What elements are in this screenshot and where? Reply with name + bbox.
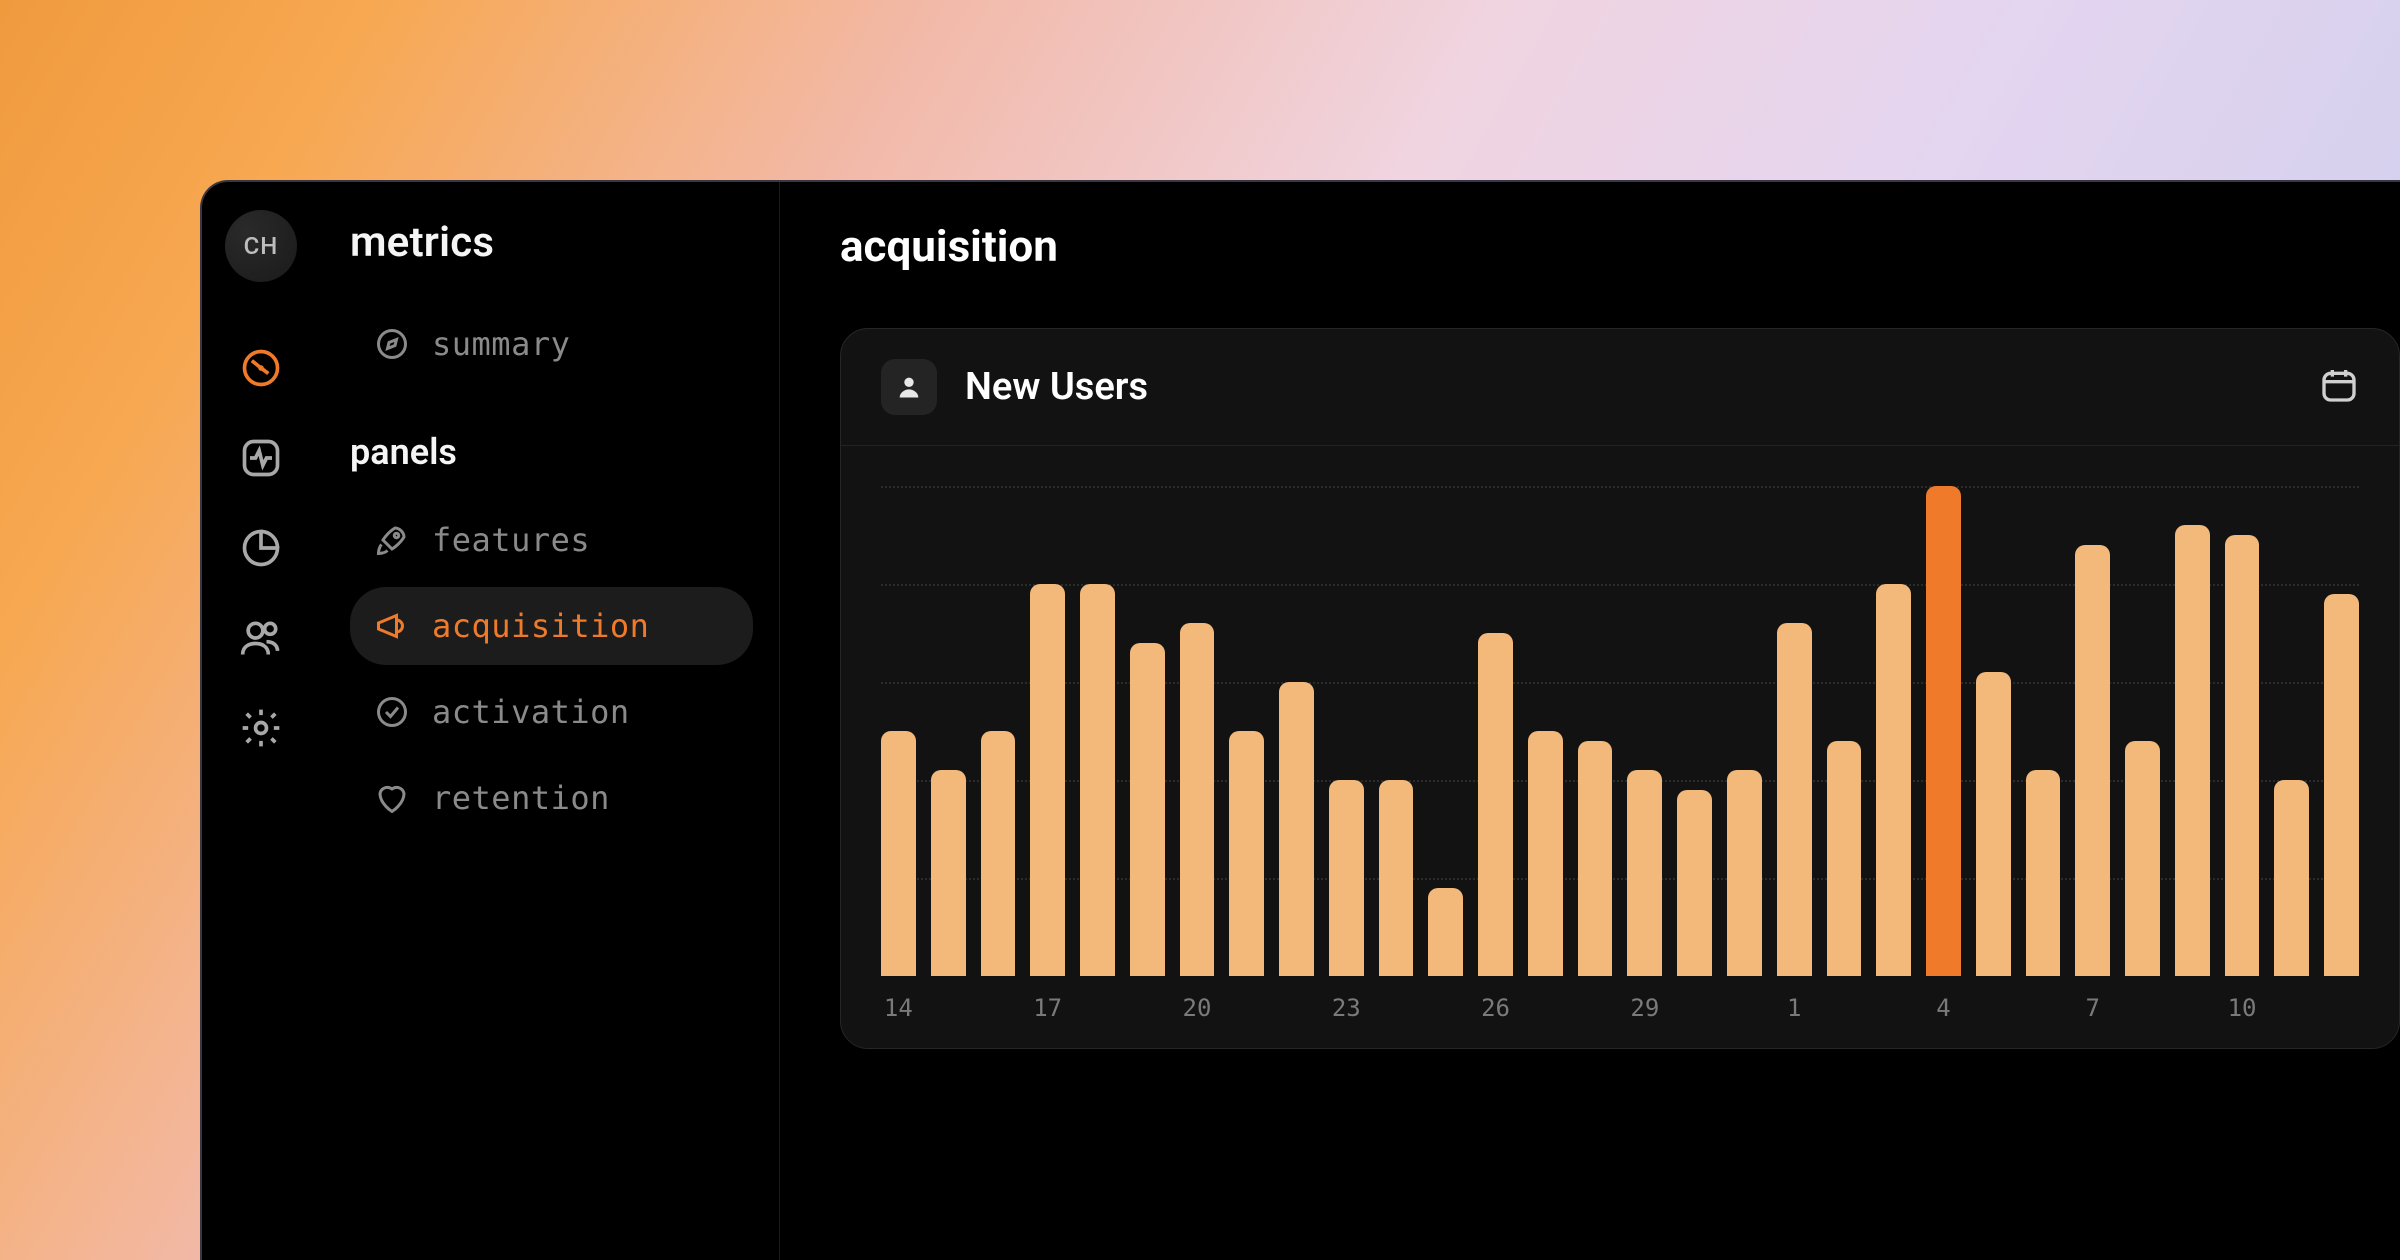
x-tick xyxy=(2274,994,2309,1022)
page-title: acquisition xyxy=(840,220,2400,272)
x-tick xyxy=(1279,994,1314,1022)
chart-area: 14172023262914710 xyxy=(841,446,2399,1048)
x-tick xyxy=(931,994,966,1022)
sidebar-item-features[interactable]: features xyxy=(350,501,753,579)
avatar-initials: CH xyxy=(244,232,279,260)
x-tick: 1 xyxy=(1777,994,1812,1022)
app-window: CH metrics summary panels features xyxy=(200,180,2400,1260)
chart-bar[interactable] xyxy=(2026,770,2061,976)
sidebar-item-activation[interactable]: activation xyxy=(350,673,753,751)
x-tick xyxy=(1080,994,1115,1022)
chart-bar[interactable] xyxy=(1180,623,1215,976)
chart-bar[interactable] xyxy=(2175,525,2210,976)
sidebar-item-label: summary xyxy=(432,325,570,363)
chart-x-axis: 14172023262914710 xyxy=(881,994,2359,1022)
sidebar-item-label: activation xyxy=(432,693,630,731)
chart-bar[interactable] xyxy=(881,731,916,976)
calendar-button[interactable] xyxy=(2319,365,2359,409)
x-tick xyxy=(1379,994,1414,1022)
chart-bar[interactable] xyxy=(931,770,966,976)
chart-bar[interactable] xyxy=(2225,535,2260,976)
chart-bar[interactable] xyxy=(1080,584,1115,976)
chart-bar[interactable] xyxy=(1876,584,1911,976)
card-header: New Users xyxy=(841,329,2399,446)
nav-settings-icon[interactable] xyxy=(237,704,285,752)
calendar-icon xyxy=(2319,365,2359,405)
chart-bar[interactable] xyxy=(2075,545,2110,976)
chart-bar[interactable] xyxy=(1926,486,1961,976)
chart-bar[interactable] xyxy=(1478,633,1513,976)
megaphone-icon xyxy=(374,608,410,644)
icon-rail: CH xyxy=(202,182,320,1260)
chart-bar[interactable] xyxy=(1727,770,1762,976)
sidebar-item-acquisition[interactable]: acquisition xyxy=(350,587,753,665)
chart-bar[interactable] xyxy=(1130,643,1165,976)
compass-icon xyxy=(374,326,410,362)
sidebar-item-label: features xyxy=(432,521,590,559)
chart-bars xyxy=(881,486,2359,976)
sidebar-item-label: retention xyxy=(432,779,610,817)
x-tick: 10 xyxy=(2225,994,2260,1022)
x-tick: 23 xyxy=(1329,994,1364,1022)
x-tick xyxy=(1677,994,1712,1022)
x-tick xyxy=(1229,994,1264,1022)
sidebar-item-retention[interactable]: retention xyxy=(350,759,753,837)
chart-bar[interactable] xyxy=(1329,780,1364,976)
x-tick xyxy=(1578,994,1613,1022)
card-title: New Users xyxy=(965,365,1148,409)
chart-bar[interactable] xyxy=(981,731,1016,976)
chart-bar[interactable] xyxy=(1428,888,1463,976)
x-tick xyxy=(1130,994,1165,1022)
x-tick: 4 xyxy=(1926,994,1961,1022)
check-circle-icon xyxy=(374,694,410,730)
chart-bar[interactable] xyxy=(2274,780,2309,976)
x-tick xyxy=(1976,994,2011,1022)
x-tick xyxy=(981,994,1016,1022)
x-tick: 20 xyxy=(1180,994,1215,1022)
heart-icon xyxy=(374,780,410,816)
chart-bar[interactable] xyxy=(1777,623,1812,976)
nav-pie-icon[interactable] xyxy=(237,524,285,572)
rocket-icon xyxy=(374,522,410,558)
chart-bar[interactable] xyxy=(1379,780,1414,976)
nav-users-icon[interactable] xyxy=(237,614,285,662)
sidebar-item-summary[interactable]: summary xyxy=(350,305,753,383)
nav-dashboard-icon[interactable] xyxy=(237,344,285,392)
chart-bar[interactable] xyxy=(1677,790,1712,976)
x-tick xyxy=(1827,994,1862,1022)
chart-bar[interactable] xyxy=(2125,741,2160,976)
x-tick xyxy=(2324,994,2359,1022)
chart-bar[interactable] xyxy=(1279,682,1314,976)
main-content: acquisition New Users xyxy=(780,182,2400,1260)
x-tick xyxy=(1727,994,1762,1022)
x-tick xyxy=(1876,994,1911,1022)
x-tick: 29 xyxy=(1627,994,1662,1022)
x-tick: 26 xyxy=(1478,994,1513,1022)
x-tick: 17 xyxy=(1030,994,1065,1022)
chart-bar[interactable] xyxy=(1229,731,1264,976)
x-tick xyxy=(2026,994,2061,1022)
x-tick xyxy=(2175,994,2210,1022)
sidebar: metrics summary panels features acquisit… xyxy=(320,182,780,1260)
avatar[interactable]: CH xyxy=(225,210,297,282)
sidebar-section-panels: panels xyxy=(350,431,753,473)
nav-activity-icon[interactable] xyxy=(237,434,285,482)
chart-bar[interactable] xyxy=(1528,731,1563,976)
chart-bar[interactable] xyxy=(2324,594,2359,976)
chart-bar[interactable] xyxy=(1627,770,1662,976)
chart-bar[interactable] xyxy=(1030,584,1065,976)
x-tick: 14 xyxy=(881,994,916,1022)
user-icon xyxy=(881,359,937,415)
x-tick: 7 xyxy=(2075,994,2110,1022)
new-users-card: New Users 14172023262914710 xyxy=(840,328,2400,1049)
chart-bar[interactable] xyxy=(1827,741,1862,976)
sidebar-section-metrics: metrics xyxy=(350,218,753,267)
chart-bar[interactable] xyxy=(1976,672,2011,976)
x-tick xyxy=(1428,994,1463,1022)
x-tick xyxy=(2125,994,2160,1022)
x-tick xyxy=(1528,994,1563,1022)
chart-bar[interactable] xyxy=(1578,741,1613,976)
sidebar-item-label: acquisition xyxy=(432,607,649,645)
